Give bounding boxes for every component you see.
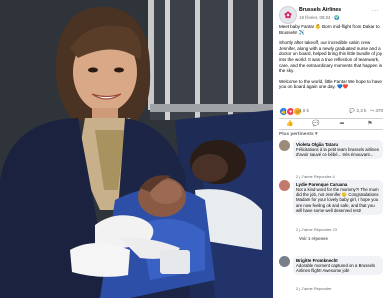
comment-bubble: Violeta Olgiia Tataru Félicitations à la…: [293, 140, 383, 160]
brussels-airlines-logo-icon: ✿: [284, 10, 292, 20]
comment-count[interactable]: 💬 2,3 k: [349, 108, 366, 113]
comment-text: Félicitations à la petit team brussels a…: [296, 147, 379, 158]
comment-text: Adorable moment captured on a Brussels A…: [296, 263, 376, 274]
comment-meta[interactable]: 2 j J'aime Répondre: [296, 286, 331, 291]
comment-bubble: Brigitte Fromknecht Adorable moment capt…: [293, 256, 383, 276]
post-paragraph: Meet baby Fanta! 👶 Born mid-flight from …: [279, 24, 380, 35]
post-date[interactable]: 19 février, 09:24 · 🌍: [299, 15, 340, 21]
avatar[interactable]: [279, 140, 290, 151]
see-replies-link[interactable]: Voir 1 réponse: [299, 236, 328, 241]
comment-meta[interactable]: 2 j J'aime Répondre 4: [296, 174, 335, 179]
post-text: Meet baby Fanta! 👶 Born mid-flight from …: [279, 24, 383, 95]
share-icon[interactable]: ➦: [335, 120, 349, 128]
reactions-bar[interactable]: 👍 ♥ ☺ 4,6 k 💬 2,3 k ↪ 370: [279, 107, 383, 116]
action-bar: 👍 💬 ➦ ⚑: [279, 118, 383, 130]
more-options-icon[interactable]: ···: [372, 8, 380, 14]
page-name[interactable]: Brussels Airlines: [299, 7, 341, 13]
post-photo[interactable]: [0, 0, 273, 298]
screenshot-root: ✿ Brussels Airlines 19 février, 09:24 · …: [0, 0, 385, 298]
save-icon[interactable]: ⚑: [363, 120, 377, 128]
post-header: ✿ Brussels Airlines 19 février, 09:24 · …: [279, 6, 381, 26]
post-paragraph: Shortly after takeoff, our incredible ca…: [279, 40, 383, 74]
avatar[interactable]: [279, 256, 290, 267]
like-icon[interactable]: 👍: [283, 120, 297, 128]
reaction-count[interactable]: 4,6 k: [299, 108, 309, 113]
post-stats: 💬 2,3 k ↪ 370: [349, 108, 383, 114]
comment-sort-dropdown[interactable]: Plus pertinents ▾: [279, 132, 317, 137]
share-count[interactable]: ↪ 370: [370, 108, 383, 113]
comment-meta[interactable]: 2 j J'aime Répondre 23: [296, 227, 337, 232]
reaction-icons: 👍 ♥ ☺: [279, 107, 302, 116]
comment-bubble: Lydie Parenque Caruana Not a kind word f…: [293, 180, 383, 216]
avatar[interactable]: [279, 180, 290, 191]
photo-illustration: [0, 0, 273, 298]
post-paragraph: Welcome to the world, little Fanta! We h…: [279, 78, 382, 90]
comment-text: Not a kind word for the mummy?! The mum …: [296, 187, 379, 213]
comment-icon[interactable]: 💬: [309, 120, 323, 128]
post-panel: ✿ Brussels Airlines 19 février, 09:24 · …: [273, 0, 385, 298]
page-avatar[interactable]: ✿: [279, 6, 297, 24]
